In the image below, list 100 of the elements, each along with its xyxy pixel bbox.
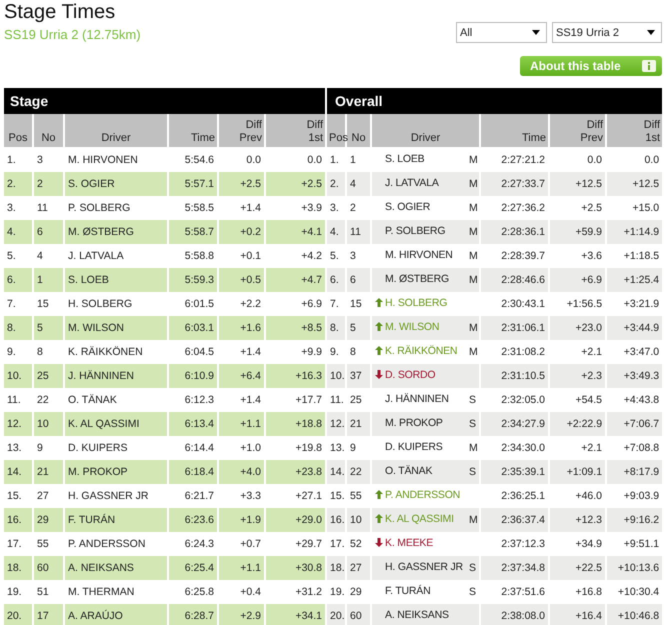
class-label: M: [469, 154, 478, 166]
class-label: M: [469, 442, 478, 454]
table-cell: +4.1: [265, 220, 326, 244]
table-cell: M. ØSTBERG: [64, 220, 168, 244]
column-header: Diff 1st: [606, 114, 662, 148]
table-cell: +0.5: [218, 268, 265, 292]
table-cell: A. ARAÚJO: [64, 604, 168, 625]
class-label: M: [469, 202, 478, 214]
driver-name: S. LOEB: [385, 153, 424, 165]
table-cell: +1.9: [218, 508, 265, 532]
table-cell: 5: [346, 316, 372, 340]
table-cell: +1:09.1: [549, 460, 606, 484]
table-cell: 2.: [326, 172, 346, 196]
driver-name: K. AL QASSIMI: [385, 512, 454, 525]
driver-name: M. WILSON: [385, 320, 440, 333]
driver-name: H. GASSNER JR: [385, 560, 463, 573]
table-cell: 5: [33, 316, 64, 340]
driver-name: J. HÄNNINEN: [385, 392, 449, 405]
column-header: Pos: [4, 114, 33, 148]
class-label: M: [469, 346, 478, 358]
table-cell: 6:03.1: [168, 316, 218, 340]
table-cell: 60: [33, 556, 64, 580]
table-cell: +1:14.9: [606, 220, 662, 244]
table-cell: 11: [346, 220, 372, 244]
table-cell: +2.9: [218, 604, 265, 625]
table-cell: 25: [33, 364, 64, 388]
table-cell: +6.9: [549, 268, 606, 292]
table-cell: +12.5: [549, 172, 606, 196]
table-cell: 21: [33, 460, 64, 484]
table-cell: +6.4: [218, 364, 265, 388]
table-cell: 12.: [4, 412, 33, 436]
table-cell: 14.: [4, 460, 33, 484]
table-cell: 1: [33, 268, 64, 292]
table-cell: +7:06.7: [606, 412, 662, 436]
table-cell: 12.: [326, 412, 346, 436]
dropdown[interactable]: All: [456, 22, 547, 43]
table-cell: 2:38:08.0: [480, 604, 550, 625]
table-cell: +12.3: [549, 508, 606, 532]
table-cell: 14.: [326, 460, 346, 484]
table-cell: +2.3: [549, 364, 606, 388]
table-cell: 4: [346, 172, 372, 196]
class-label: M: [469, 226, 478, 238]
driver-name: P. SOLBERG: [385, 224, 446, 237]
table-cell: F. TURÁN: [64, 508, 168, 532]
column-header: Pos: [326, 114, 346, 148]
table-cell: 10.: [4, 364, 33, 388]
table-cell: 6:25.4: [168, 556, 218, 580]
dropdown[interactable]: SS19 Urria 2: [552, 22, 662, 43]
table-cell: 10: [33, 412, 64, 436]
table-cell: +29.0: [265, 508, 326, 532]
table-cell: +23.8: [265, 460, 326, 484]
table-cell: 6: [346, 268, 372, 292]
table-cell: 2:28:46.6: [480, 268, 550, 292]
table-cell: 6:10.9: [168, 364, 218, 388]
table-cell: +9:16.2: [606, 508, 662, 532]
table-cell: 2:28:36.1: [480, 220, 550, 244]
driver-name: K. MEEKE: [385, 536, 434, 549]
driver-name: M. HIRVONEN: [385, 248, 453, 261]
table-cell: +18.8: [265, 412, 326, 436]
table-cell: 2: [33, 172, 64, 196]
table-cell: 27: [346, 556, 372, 580]
caret-icon: [532, 30, 540, 35]
stage-subtitle: SS19 Urria 2 (12.75km): [4, 27, 141, 42]
table-cell: 8.: [4, 316, 33, 340]
table-cell: 8.: [326, 316, 346, 340]
column-header: Driver: [371, 114, 480, 148]
table-cell: S. OGIER: [64, 172, 168, 196]
table-cell: 2:37:34.8: [480, 556, 550, 580]
table-cell: +10:13.6: [606, 556, 662, 580]
table-cell: 22: [346, 460, 372, 484]
column-header: No: [33, 114, 64, 148]
driver-name: O. TÄNAK: [385, 464, 432, 477]
table-cell: +8.5: [265, 316, 326, 340]
table-cell: 4.: [4, 220, 33, 244]
class-label: S: [469, 586, 476, 598]
class-label: S: [469, 562, 476, 574]
table-cell: 6:28.7: [168, 604, 218, 625]
driver-name: P. ANDERSSON: [385, 488, 460, 501]
table-cell: +2.5: [218, 172, 265, 196]
table-cell: +23.0: [549, 316, 606, 340]
table-cell: +16.4: [549, 604, 606, 625]
table-cell: 29: [33, 508, 64, 532]
driver-name: K. RÄIKKÖNEN: [385, 344, 458, 357]
table-cell: +1:25.4: [606, 268, 662, 292]
class-label: M: [469, 178, 478, 190]
table-cell: +8:17.9: [606, 460, 662, 484]
driver-name: D. SORDO: [385, 368, 436, 381]
table-cell: 2:27:33.7: [480, 172, 550, 196]
table-cell: S. LOEB: [64, 268, 168, 292]
class-label: S: [469, 466, 476, 478]
table-cell: +4.0: [218, 460, 265, 484]
table-cell: 60: [346, 604, 372, 625]
table-cell: +34.1: [265, 604, 326, 625]
class-label: M: [469, 514, 478, 526]
table-cell: +4.7: [265, 268, 326, 292]
table-cell: 6:23.6: [168, 508, 218, 532]
caret-icon: [647, 30, 655, 35]
table-cell: 6.: [326, 268, 346, 292]
table-cell: 2:31:10.5: [480, 364, 550, 388]
table-cell: 37: [346, 364, 372, 388]
